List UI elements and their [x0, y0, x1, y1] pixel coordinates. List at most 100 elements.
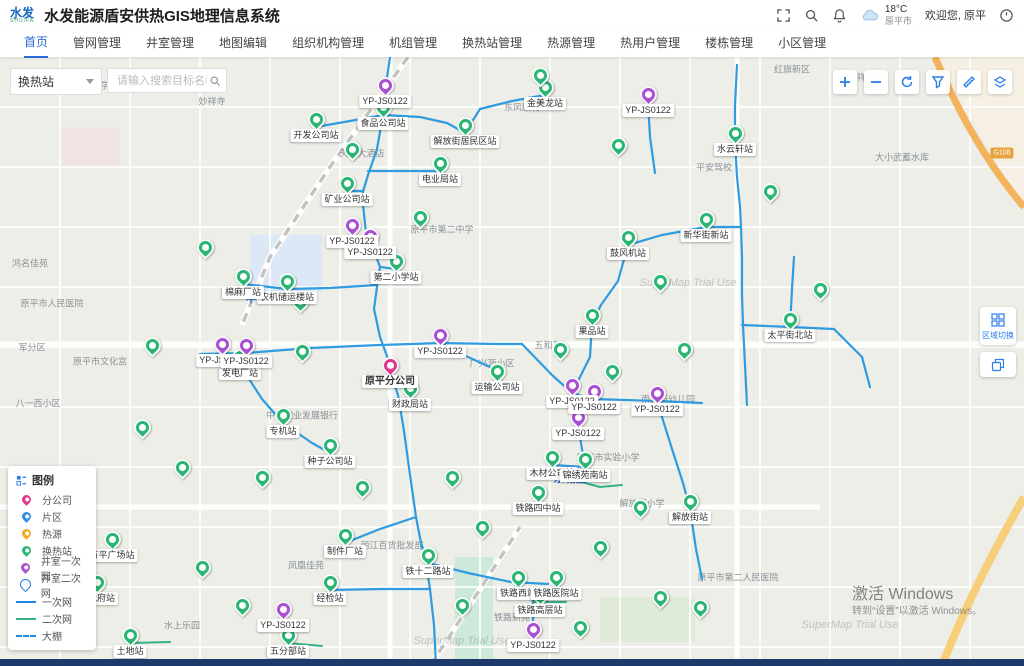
station-label: 铁路医院站 [530, 587, 581, 600]
nav-tab-6[interactable]: 换热站管理 [462, 30, 522, 57]
nav-tab-0[interactable]: 首页 [24, 29, 48, 58]
legend-label: 热源 [42, 526, 62, 541]
station-pin[interactable] [544, 565, 568, 589]
station-pin[interactable] [808, 277, 832, 301]
station-pin[interactable] [450, 593, 474, 617]
station-pin[interactable] [628, 495, 652, 519]
fullscreen-icon[interactable] [776, 8, 791, 23]
station-pin[interactable] [350, 475, 374, 499]
station-pin[interactable] [600, 359, 624, 383]
station-pin[interactable] [193, 235, 217, 259]
station-pin[interactable] [526, 480, 550, 504]
nav-tab-10[interactable]: 小区管理 [778, 30, 826, 57]
station-pin[interactable] [271, 403, 295, 427]
well-label: YP-JS0122 [507, 639, 559, 652]
station-pin[interactable] [408, 205, 432, 229]
station-pin[interactable] [540, 445, 564, 469]
layers-button[interactable] [988, 70, 1012, 94]
station-pin[interactable] [304, 107, 328, 131]
well-label: YP-JS0122 [414, 345, 466, 358]
layer-switch-button[interactable] [980, 352, 1016, 377]
station-pin[interactable] [333, 523, 357, 547]
station-pin[interactable] [416, 543, 440, 567]
station-pin[interactable] [118, 623, 142, 647]
station-pin[interactable] [606, 133, 630, 157]
station-pin[interactable] [453, 113, 477, 137]
station-pin[interactable] [548, 337, 572, 361]
well-pin[interactable] [373, 73, 397, 97]
logout-icon[interactable] [999, 8, 1014, 23]
station-pin[interactable] [230, 593, 254, 617]
zoom-out-button[interactable] [864, 70, 888, 94]
legend-item-1: 片区 [16, 508, 88, 525]
zoom-in-button[interactable] [833, 70, 857, 94]
map-search-input[interactable] [115, 74, 209, 88]
nav-tab-7[interactable]: 热源管理 [547, 30, 595, 57]
measure-button[interactable] [957, 70, 981, 94]
station-pin[interactable] [580, 303, 604, 327]
reset-view-button[interactable] [895, 70, 919, 94]
station-pin[interactable] [340, 137, 364, 161]
station-pin[interactable] [140, 333, 164, 357]
station-pin[interactable] [231, 264, 255, 288]
well-pin[interactable] [521, 617, 545, 641]
header-actions: 18°C 原平市 欢迎您, 原平 [776, 4, 1014, 26]
area-switch-button[interactable]: 区域切换 [980, 307, 1016, 345]
search-icon[interactable] [804, 8, 819, 23]
legend-swatch [16, 563, 35, 572]
app-title: 水发能源盾安供热GIS地理信息系统 [44, 5, 280, 26]
nav-tab-2[interactable]: 井室管理 [146, 30, 194, 57]
station-pin[interactable] [318, 433, 342, 457]
well-pin[interactable] [645, 381, 669, 405]
station-pin[interactable] [568, 615, 592, 639]
station-pin[interactable] [688, 595, 712, 619]
station-pin[interactable] [290, 339, 314, 363]
legend-title-text: 图例 [32, 472, 54, 488]
station-pin[interactable] [616, 225, 640, 249]
station-pin[interactable] [588, 535, 612, 559]
legend-label: 一次网 [42, 594, 72, 609]
station-pin[interactable] [250, 465, 274, 489]
station-label: 农机储运楼站 [257, 291, 317, 304]
station-pin[interactable] [275, 269, 299, 293]
city-name: 原平市 [885, 16, 912, 26]
search-icon[interactable] [209, 75, 221, 87]
windows-activation-subtext: 转到“设置”以激活 Windows。 [852, 602, 982, 617]
well-pin[interactable] [560, 373, 584, 397]
station-pin[interactable] [440, 465, 464, 489]
bell-icon[interactable] [832, 8, 847, 23]
station-pin[interactable] [758, 179, 782, 203]
station-pin[interactable] [778, 307, 802, 331]
station-pin[interactable] [190, 555, 214, 579]
well-pin[interactable] [210, 332, 234, 356]
station-pin[interactable] [170, 455, 194, 479]
nav-tab-8[interactable]: 热用户管理 [620, 30, 680, 57]
station-pin[interactable] [506, 565, 530, 589]
filter-button[interactable] [926, 70, 950, 94]
nav-tab-4[interactable]: 组织机构管理 [292, 30, 364, 57]
nav-tab-1[interactable]: 管网管理 [73, 30, 121, 57]
station-pin[interactable] [723, 121, 747, 145]
station-pin[interactable] [335, 171, 359, 195]
station-pin[interactable] [648, 585, 672, 609]
station-label: 棉麻厂站 [222, 286, 264, 299]
station-pin[interactable] [648, 269, 672, 293]
well-pin[interactable] [428, 323, 452, 347]
company-pin[interactable] [378, 353, 402, 377]
station-pin[interactable] [694, 207, 718, 231]
station-pin[interactable] [672, 337, 696, 361]
nav-tab-5[interactable]: 机组管理 [389, 30, 437, 57]
map-canvas[interactable]: 原平市实验中学妙祥寺东风新村天涯大酒店红旗新区吉祥新区平安驾校大小武蓄水库原平市… [0, 57, 1024, 666]
well-pin[interactable] [636, 82, 660, 106]
layer-type-select[interactable]: 换热站 [10, 68, 102, 95]
well-pin[interactable] [271, 597, 295, 621]
station-pin[interactable] [678, 489, 702, 513]
station-pin[interactable] [100, 527, 124, 551]
station-pin[interactable] [318, 570, 342, 594]
station-pin[interactable] [428, 151, 452, 175]
station-pin[interactable] [470, 515, 494, 539]
nav-tab-9[interactable]: 楼栋管理 [705, 30, 753, 57]
station-pin[interactable] [130, 415, 154, 439]
nav-tab-3[interactable]: 地图编辑 [219, 30, 267, 57]
station-pin[interactable] [485, 359, 509, 383]
